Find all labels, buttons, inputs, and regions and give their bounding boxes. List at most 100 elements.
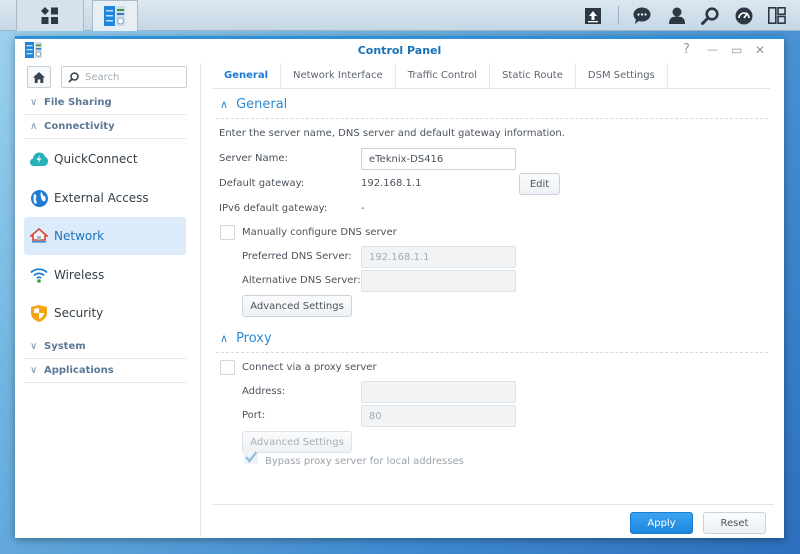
network-house-icon — [30, 227, 48, 245]
home-icon — [33, 71, 45, 83]
resource-monitor-icon — [735, 7, 753, 24]
dns-advanced-settings-button[interactable]: Advanced Settings — [242, 295, 352, 317]
sidebar-item-network[interactable]: Network — [24, 217, 186, 255]
category-label: Connectivity — [44, 121, 115, 132]
control-panel-taskbar-button[interactable] — [92, 0, 138, 31]
tab-dsm-settings[interactable]: DSM Settings — [576, 63, 668, 88]
main-panel: General Network Interface Traffic Contro… — [212, 63, 774, 504]
default-gateway-label: Default gateway: — [219, 178, 305, 189]
chevron-down-icon: ∨ — [30, 365, 38, 376]
chevron-up-icon: ∧ — [220, 98, 229, 111]
category-label: File Sharing — [44, 97, 112, 108]
chevron-down-icon: ∨ — [30, 341, 38, 352]
sidebar: Search ∨ File Sharing ∧ Connectivity Qui… — [24, 63, 198, 533]
search-placeholder: Search — [85, 71, 120, 83]
search-icon — [701, 6, 719, 25]
nav-label: Wireless — [54, 268, 105, 282]
tab-bar: General Network Interface Traffic Contro… — [212, 63, 770, 89]
sidebar-item-external-access[interactable]: External Access — [24, 179, 186, 217]
user-icon — [669, 7, 685, 24]
category-label: System — [44, 341, 86, 352]
nav-label: Security — [54, 306, 104, 320]
preferred-dns-input[interactable]: 192.168.1.1 — [361, 246, 516, 268]
tab-static-route[interactable]: Static Route — [490, 63, 576, 88]
proxy-port-input[interactable]: 80 — [361, 405, 516, 427]
bypass-proxy-label: Bypass proxy server for local addresses — [265, 456, 464, 467]
section-divider — [216, 352, 768, 353]
notifications-button[interactable] — [631, 0, 653, 31]
widgets-icon — [768, 7, 786, 24]
manual-dns-checkbox[interactable] — [220, 225, 235, 240]
nav-label: QuickConnect — [54, 152, 138, 166]
quickconnect-icon — [30, 150, 48, 168]
wifi-icon — [30, 266, 48, 284]
proxy-address-label: Address: — [242, 386, 286, 397]
edit-gateway-button[interactable]: Edit — [519, 173, 560, 195]
proxy-checkbox[interactable] — [220, 360, 235, 375]
sidebar-divider — [200, 63, 201, 537]
proxy-advanced-settings-button[interactable]: Advanced Settings — [242, 431, 352, 453]
tab-network-interface[interactable]: Network Interface — [281, 63, 396, 88]
proxy-address-input[interactable] — [361, 381, 516, 403]
general-description: Enter the server name, DNS server and de… — [219, 128, 565, 139]
footer-bar: Apply Reset — [212, 504, 774, 541]
window-titlebar[interactable]: Control Panel ? — ▭ ✕ — [15, 39, 784, 63]
search-icon — [68, 71, 79, 83]
section-title: General — [236, 97, 288, 112]
bypass-checkbox-checkmark-icon[interactable] — [244, 450, 258, 464]
help-icon[interactable]: ? — [683, 43, 690, 57]
ipv6-gateway-label: IPv6 default gateway: — [219, 203, 328, 214]
chevron-up-icon: ∧ — [220, 332, 229, 345]
shield-icon — [30, 304, 48, 322]
server-name-label: Server Name: — [219, 153, 288, 164]
apply-button[interactable]: Apply — [630, 512, 693, 534]
upload-icon — [585, 7, 601, 24]
preferred-dns-label: Preferred DNS Server: — [242, 251, 352, 262]
server-name-input[interactable]: eTeknix-DS416 — [361, 148, 516, 170]
category-label: Applications — [44, 365, 114, 376]
user-button[interactable] — [666, 0, 688, 31]
nav-label: Network — [54, 229, 105, 243]
section-divider — [216, 118, 768, 119]
maximize-icon[interactable]: ▭ — [731, 43, 742, 57]
general-section-header[interactable]: ∧ General — [220, 97, 287, 112]
tab-traffic-control[interactable]: Traffic Control — [396, 63, 491, 88]
notifications-icon — [633, 7, 651, 24]
control-panel-app-icon — [104, 6, 125, 26]
main-menu-icon — [41, 6, 58, 24]
search-button[interactable] — [699, 0, 721, 31]
reset-button[interactable]: Reset — [703, 512, 766, 534]
chevron-down-icon: ∨ — [30, 97, 38, 108]
control-panel-window: Control Panel ? — ▭ ✕ Search ∨ File Shar… — [15, 36, 784, 538]
sidebar-item-wireless[interactable]: Wireless — [24, 256, 186, 294]
close-icon[interactable]: ✕ — [755, 43, 765, 57]
nav-label: External Access — [54, 191, 149, 205]
section-title: Proxy — [236, 331, 272, 346]
tab-general[interactable]: General — [212, 63, 281, 88]
search-input[interactable]: Search — [61, 66, 187, 88]
resource-monitor-button[interactable] — [733, 0, 755, 31]
globe-icon — [30, 189, 48, 207]
proxy-port-label: Port: — [242, 410, 266, 421]
home-button[interactable] — [27, 66, 51, 88]
chevron-up-icon: ∧ — [30, 121, 38, 132]
taskbar — [0, 0, 800, 31]
minimize-icon[interactable]: — — [707, 43, 718, 57]
taskbar-separator — [618, 6, 619, 25]
manual-dns-label: Manually configure DNS server — [242, 227, 397, 238]
proxy-connect-label: Connect via a proxy server — [242, 362, 377, 373]
category-connectivity[interactable]: ∧ Connectivity — [24, 115, 186, 139]
sidebar-item-security[interactable]: Security — [24, 294, 186, 332]
category-file-sharing[interactable]: ∨ File Sharing — [24, 91, 186, 115]
category-system[interactable]: ∨ System — [24, 335, 186, 359]
main-menu-button[interactable] — [16, 0, 84, 31]
sidebar-item-quickconnect[interactable]: QuickConnect — [24, 140, 186, 178]
widgets-button[interactable] — [766, 0, 788, 31]
window-title: Control Panel — [357, 44, 442, 57]
ipv6-gateway-value: - — [361, 203, 365, 214]
category-applications[interactable]: ∨ Applications — [24, 359, 186, 383]
upload-button[interactable] — [582, 0, 604, 31]
default-gateway-value: 192.168.1.1 — [361, 178, 422, 189]
alternative-dns-input[interactable] — [361, 270, 516, 292]
proxy-section-header[interactable]: ∧ Proxy — [220, 331, 272, 346]
